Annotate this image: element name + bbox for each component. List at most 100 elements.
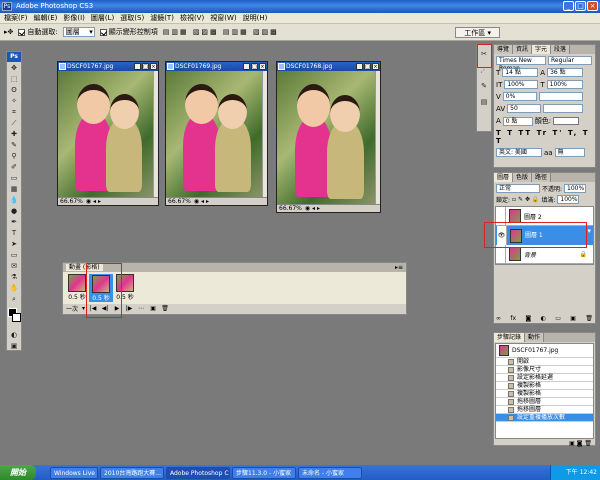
menu-file[interactable]: 檔案(F) [4, 13, 28, 23]
lasso-tool-icon[interactable]: ʘ [7, 85, 21, 95]
auto-select-dropdown[interactable]: 圖層 [62, 27, 95, 37]
slice-tool-icon[interactable]: ⟋ [7, 118, 21, 128]
notes-tool-icon[interactable]: ✉ [7, 261, 21, 271]
minimize-button[interactable]: _ [563, 1, 574, 11]
document-title-bar[interactable]: DSCF01768.jpg _ □ × [277, 62, 380, 71]
history-step[interactable]: 複製影格 [496, 382, 593, 390]
tab-character[interactable]: 字元 [532, 45, 552, 54]
zoom-level[interactable]: 66.67% [168, 198, 191, 205]
history-brush-tool-icon[interactable]: ✐ [7, 162, 21, 172]
vertical-scale-field[interactable]: 100% [504, 80, 539, 89]
layer-name[interactable]: 背景 [524, 250, 536, 259]
panel-menu-icon[interactable]: ▸≡ [395, 263, 403, 272]
workspace-button[interactable]: 工作區 ▾ [455, 27, 500, 38]
link-icon[interactable]: ∞ [496, 315, 501, 322]
history-step[interactable]: 複製影格 [496, 390, 593, 398]
kerning-method-field[interactable] [543, 104, 584, 113]
marquee-tool-icon[interactable]: ⬚ [7, 74, 21, 84]
maximize-button[interactable]: □ [575, 1, 586, 11]
tracking-field[interactable]: 50 [507, 104, 542, 113]
document-title-bar[interactable]: DSCF01769.jpg _ □ × [166, 62, 267, 71]
history-step-current[interactable]: 設定重複播放次數 [496, 414, 593, 422]
doc-close-button[interactable]: × [150, 63, 157, 70]
type-tool-icon[interactable]: T [7, 228, 21, 238]
mask-icon[interactable]: ◙ [525, 315, 531, 322]
frame-delay[interactable]: 0.5 秒 [67, 292, 87, 301]
blur-tool-icon[interactable]: 💧 [7, 195, 21, 205]
zoom-tool-icon[interactable]: ⌕ [7, 294, 21, 304]
task-photoshop[interactable]: Adobe Photoshop CS3 [166, 466, 230, 479]
dodge-tool-icon[interactable]: ● [7, 206, 21, 216]
menu-help[interactable]: 說明(H) [243, 13, 268, 23]
zoom-level[interactable]: 66.67% [279, 205, 302, 212]
shape-tool-icon[interactable]: ▭ [7, 250, 21, 260]
antialias-select[interactable]: 無 [554, 148, 585, 157]
eraser-tool-icon[interactable]: ▭ [7, 173, 21, 183]
duplicate-frame-icon[interactable]: ▣ [149, 305, 157, 312]
move-tool-icon[interactable]: ✥ [7, 63, 21, 73]
tab-info[interactable]: 資訊 [513, 45, 533, 54]
menu-edit[interactable]: 編輯(E) [34, 13, 58, 23]
history-step[interactable]: 拖移圖層 [496, 398, 593, 406]
menu-image[interactable]: 影像(I) [63, 13, 85, 23]
text-style-buttons[interactable]: T T TT Tr T' T, T T [496, 129, 593, 145]
magic-wand-tool-icon[interactable]: ✧ [7, 96, 21, 106]
language-select[interactable]: 英文: 美國 [496, 148, 542, 157]
background-color[interactable] [12, 313, 21, 322]
task-browser[interactable]: 2010台灣路跑大賽... [100, 466, 164, 479]
zoom-level[interactable]: 66.67% [60, 198, 83, 205]
vertical-scrollbar[interactable] [153, 71, 158, 197]
menu-filter[interactable]: 濾鏡(T) [150, 13, 174, 23]
group-icon[interactable]: ▭ [555, 315, 561, 322]
new-layer-icon[interactable]: ▣ [570, 315, 576, 322]
horizontal-scale-field[interactable]: 100% [546, 80, 583, 89]
document-window-2[interactable]: DSCF01769.jpg _ □ × 66.67% ◉ ◂ ▸ [165, 61, 268, 206]
auto-select-checkbox[interactable] [18, 28, 26, 36]
color-swatches[interactable] [7, 307, 21, 329]
history-snapshot[interactable]: DSCF01767.jpg [496, 344, 593, 358]
doc-minimize-button[interactable]: _ [134, 63, 141, 70]
leading-field[interactable]: 36 點 [547, 68, 584, 77]
task-notepad-2[interactable]: 未命名 - 小蜜家 [298, 466, 362, 479]
tab-paths[interactable]: 路徑 [532, 173, 552, 182]
text-color-swatch[interactable] [553, 117, 580, 125]
tool-presets-icon[interactable]: ✎ [477, 81, 491, 91]
crop-tool-icon[interactable]: ⌗ [7, 107, 21, 117]
history-step[interactable]: 設定影格延遲 [496, 374, 593, 382]
font-family-select[interactable]: Times New Roman [496, 56, 546, 72]
doc-maximize-button[interactable]: □ [251, 63, 258, 70]
close-button[interactable]: × [587, 1, 598, 11]
doc-minimize-button[interactable]: _ [243, 63, 250, 70]
document-title-bar[interactable]: DSCF01767.jpg _ □ × [58, 62, 158, 71]
screen-mode-icon[interactable]: ▣ [7, 341, 21, 351]
fx-icon[interactable]: fx [510, 315, 516, 322]
pen-tool-icon[interactable]: ✒ [7, 217, 21, 227]
animation-frame[interactable]: 0.5 秒 [67, 274, 87, 302]
move-tool-icon[interactable]: ▸✥ [4, 28, 13, 36]
quick-mask-icon[interactable]: ◐ [7, 330, 21, 340]
align-buttons[interactable]: ▤▥▦ ▧▨▩ ▤▥▦ ▧▨▩ [163, 28, 279, 36]
vertical-scrollbar[interactable] [262, 71, 267, 197]
eyedropper-tool-icon[interactable]: ⚗ [7, 272, 21, 282]
adjustment-icon[interactable]: ◐ [541, 315, 546, 322]
clock[interactable]: 下午 12:42 [566, 469, 597, 476]
start-button[interactable]: 開始 [0, 465, 36, 480]
doc-maximize-button[interactable]: □ [364, 63, 371, 70]
task-notepad-1[interactable]: 步驟11.3.0 - 小蜜家 [232, 466, 296, 479]
history-step[interactable]: 開啟 [496, 358, 593, 366]
fill-field[interactable]: 100% [557, 195, 580, 204]
next-frame-icon[interactable]: |▶ [125, 305, 133, 312]
vertical-scrollbar[interactable] [375, 71, 380, 204]
clone-stamp-tool-icon[interactable]: ⚲ [7, 151, 21, 161]
tab-actions[interactable]: 動作 [525, 333, 545, 342]
brush-tool-icon[interactable]: ✎ [7, 140, 21, 150]
tab-layers[interactable]: 圖層 [494, 173, 514, 182]
tracking-blank-field[interactable] [538, 92, 583, 101]
layer-comps-icon[interactable]: ▤ [477, 97, 491, 107]
blend-mode-select[interactable]: 正常 [496, 184, 540, 193]
doc-maximize-button[interactable]: □ [142, 63, 149, 70]
layer-name[interactable]: 圖層 2 [524, 212, 542, 221]
task-messenger[interactable]: Windows Live Messenger [50, 466, 98, 479]
opacity-field[interactable]: 100% [564, 184, 587, 193]
document-window-1[interactable]: DSCF01767.jpg _ □ × 66.67% ◉ ◂ ▸ [57, 61, 159, 206]
